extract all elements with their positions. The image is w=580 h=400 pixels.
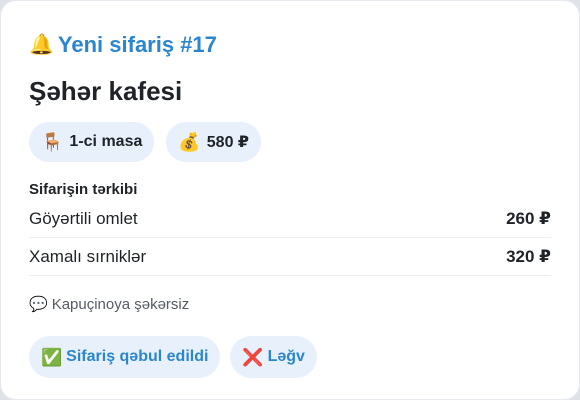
speech-bubble-icon: 💬: [29, 296, 48, 313]
table-chip: 🪑 1-ci masa: [29, 122, 155, 162]
order-items-list: Göyərtili omlet 260 ₽ Xamalı sırniklər 3…: [29, 200, 551, 276]
order-actions: ✅ Sifariş qəbul edildi ❌ Ləğv: [29, 336, 551, 378]
item-price: 260 ₽: [506, 208, 551, 228]
order-section-title: Sifarişin tərkibi: [29, 181, 138, 198]
total-chip: 💰 580 ₽: [166, 122, 262, 162]
order-card: 🔔 Yeni sifariş #17 Şəhər kafesi 🪑 1-ci m…: [0, 0, 580, 400]
note-text: Kapuçinoya şəkərsiz: [51, 295, 190, 313]
cancel-order-label: Ləğv: [267, 348, 305, 365]
table-label: 1-ci masa: [69, 133, 143, 150]
order-header: 🔔 Yeni sifariş #17: [29, 31, 551, 59]
money-bag-icon: 💰: [178, 132, 201, 152]
list-item: Göyərtili omlet 260 ₽: [29, 200, 551, 238]
order-note: 💬 Kapuçinoya şəkərsiz: [29, 294, 551, 314]
item-name: Göyərtili omlet: [29, 208, 138, 228]
chair-icon: 🪑: [41, 132, 64, 152]
item-price: 320 ₽: [506, 246, 551, 266]
accept-order-label: Sifariş qəbul edildi: [66, 348, 209, 365]
cancel-order-button[interactable]: ❌ Ləğv: [230, 336, 317, 378]
place-name: Şəhər kafesi: [29, 76, 183, 106]
cross-mark-icon: ❌: [242, 347, 264, 367]
accept-order-button[interactable]: ✅ Sifariş qəbul edildi: [29, 336, 221, 378]
check-mark-icon: ✅: [41, 347, 63, 367]
order-number-title: Yeni sifariş #17: [57, 32, 217, 57]
order-chips: 🪑 1-ci masa 💰 580 ₽: [29, 122, 551, 162]
item-name: Xamalı sırniklər: [29, 246, 147, 266]
bell-icon: 🔔: [29, 34, 54, 56]
total-label: 580 ₽: [206, 134, 250, 151]
list-item: Xamalı sırniklər 320 ₽: [29, 238, 551, 276]
